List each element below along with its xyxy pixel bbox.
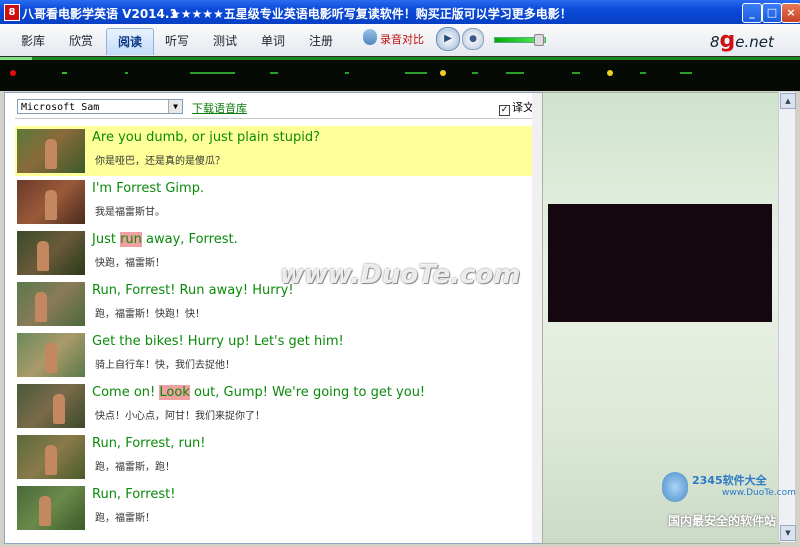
- timeline-start-marker: [10, 70, 16, 76]
- watermark-site-name: 2345软件大全: [692, 474, 767, 487]
- sentence-english: Just run away, Forrest.: [92, 232, 238, 247]
- scroll-up-icon[interactable]: ▲: [780, 93, 796, 109]
- scene-thumbnail: [17, 333, 85, 377]
- watermark-site-url: www.DuoTe.com: [722, 488, 796, 498]
- timeline-marker: [607, 70, 613, 76]
- volume-slider-knob[interactable]: [533, 34, 544, 46]
- sentence-chinese: 跑，福雷斯！快跑！快！: [95, 309, 205, 320]
- scene-thumbnail: [17, 486, 85, 530]
- sentence-text: out, Gump! We're going to get you!: [189, 385, 426, 400]
- sentence-timeline[interactable]: [0, 56, 800, 91]
- voice-select-value: Microsoft Sam: [21, 102, 100, 113]
- timeline-segment: [125, 72, 128, 74]
- video-player[interactable]: [548, 204, 772, 322]
- site-logo: 8ge.net: [710, 28, 774, 53]
- sentence-row[interactable]: Are you dumb, or just plain stupid? 你是哑巴…: [15, 126, 537, 176]
- timeline-cursor: [62, 72, 67, 74]
- sentence-chinese: 你是哑巴，还是真的是傻瓜？: [95, 156, 225, 167]
- timeline-segment: [680, 72, 692, 74]
- scene-thumbnail: [17, 180, 85, 224]
- record-compare-button[interactable]: 录音对比: [363, 28, 424, 48]
- record-compare-label: 录音对比: [380, 33, 424, 46]
- tab-words[interactable]: 单词: [250, 28, 296, 54]
- minimize-button[interactable]: _: [742, 3, 762, 23]
- logo-g: g: [719, 28, 736, 53]
- voice-select[interactable]: Microsoft Sam ▼: [17, 99, 183, 114]
- tab-appreciate[interactable]: 欣赏: [58, 28, 104, 54]
- tab-dictation[interactable]: 听写: [154, 28, 200, 54]
- translation-checkbox[interactable]: ✓: [499, 105, 510, 116]
- sentence-english: Get the bikes! Hurry up! Let's get him!: [92, 334, 344, 349]
- sentence-english: Run, Forrest!: [92, 487, 176, 502]
- microphone-icon: [363, 29, 377, 45]
- sentence-text: Come on!: [92, 385, 160, 400]
- timeline-segment: [640, 72, 646, 74]
- sentence-chinese: 跑，福雷斯，跑！: [95, 462, 175, 473]
- timeline-progress[interactable]: [0, 57, 32, 60]
- reading-panel: Microsoft Sam ▼ 下载语音库 ✓ 译文 Are you dumb, …: [4, 92, 547, 544]
- sentence-row[interactable]: Run, Forrest, run! 跑，福雷斯，跑！: [15, 432, 537, 482]
- tab-reading[interactable]: 阅读: [106, 28, 154, 55]
- download-voice-link[interactable]: 下载语音库: [192, 100, 247, 116]
- sentence-row[interactable]: Run, Forrest! 跑，福雷斯！: [15, 483, 537, 533]
- close-button[interactable]: ×: [781, 3, 800, 23]
- title-bar: 8 八哥看电影学英语 V2014.1 ★★★★★五星级专业英语电影听写复读软件！…: [0, 0, 800, 24]
- sentence-chinese: 骑上自行车！快，我们去捉他！: [95, 360, 235, 371]
- sentence-text: away, Forrest.: [141, 232, 238, 247]
- site-watermark: 2345软件大全 www.DuoTe.com 国内最安全的软件站: [662, 472, 798, 532]
- timeline-segment: [472, 72, 478, 74]
- timeline-segment: [506, 72, 524, 74]
- sentence-chinese: 快跑，福雷斯！: [95, 258, 165, 269]
- sentence-row[interactable]: Get the bikes! Hurry up! Let's get him! …: [15, 330, 537, 380]
- sentence-english: I'm Forrest Gimp.: [92, 181, 205, 196]
- scene-thumbnail: [17, 231, 85, 275]
- duote-watermark: www.DuoTe.com: [280, 260, 521, 290]
- stop-button[interactable]: ●: [462, 28, 484, 50]
- window-title: 八哥看电影学英语 V2014.1: [22, 7, 178, 21]
- timeline-segment: [405, 72, 427, 74]
- sentence-chinese: 我是福雷斯甘。: [95, 207, 165, 218]
- sentence-english: Come on! Look out, Gump! We're going to …: [92, 385, 425, 400]
- highlighted-word[interactable]: Look: [159, 385, 190, 400]
- logo-prefix: 8: [710, 33, 720, 51]
- sentence-english: Run, Forrest, run!: [92, 436, 206, 451]
- window-slogan: ★★★★★五星级专业英语电影听写复读软件！购买正版可以学习更多电影！: [170, 7, 572, 21]
- divider: [15, 118, 535, 119]
- sentence-row[interactable]: I'm Forrest Gimp. 我是福雷斯甘。: [15, 177, 537, 227]
- timeline-track: [0, 57, 800, 60]
- highlighted-word[interactable]: run: [120, 232, 142, 247]
- app-icon: 8: [4, 4, 20, 21]
- scene-thumbnail: [17, 129, 85, 173]
- timeline-segment: [190, 72, 235, 74]
- sentence-text: Just: [92, 232, 121, 247]
- scene-thumbnail: [17, 384, 85, 428]
- mascot-icon: [662, 472, 688, 502]
- timeline-segment: [572, 72, 580, 74]
- scene-thumbnail: [17, 282, 85, 326]
- timeline-marker: [440, 70, 446, 76]
- sentence-chinese: 跑，福雷斯！: [95, 513, 155, 524]
- play-button[interactable]: ▶: [436, 27, 460, 51]
- chevron-down-icon[interactable]: ▼: [168, 100, 182, 113]
- translation-toggle[interactable]: ✓ 译文: [499, 99, 534, 116]
- timeline-segment: [345, 72, 349, 74]
- timeline-segment: [270, 72, 278, 74]
- sentence-english: Are you dumb, or just plain stupid?: [92, 130, 320, 145]
- sentence-chinese: 快点！小心点，阿甘！我们来捉你了！: [95, 411, 265, 422]
- sentence-row[interactable]: Come on! Look out, Gump! We're going to …: [15, 381, 537, 431]
- tab-library[interactable]: 影库: [10, 28, 56, 54]
- watermark-slogan: 国内最安全的软件站: [668, 514, 777, 528]
- logo-suffix: e.net: [735, 33, 774, 51]
- scene-thumbnail: [17, 435, 85, 479]
- volume-slider[interactable]: [494, 34, 546, 46]
- tab-test[interactable]: 测试: [202, 28, 248, 54]
- maximize-button[interactable]: □: [762, 3, 782, 23]
- tab-register[interactable]: 注册: [298, 28, 344, 54]
- sentence-english: Run, Forrest! Run away! Hurry!: [92, 283, 294, 298]
- translation-label: 译文: [512, 101, 534, 114]
